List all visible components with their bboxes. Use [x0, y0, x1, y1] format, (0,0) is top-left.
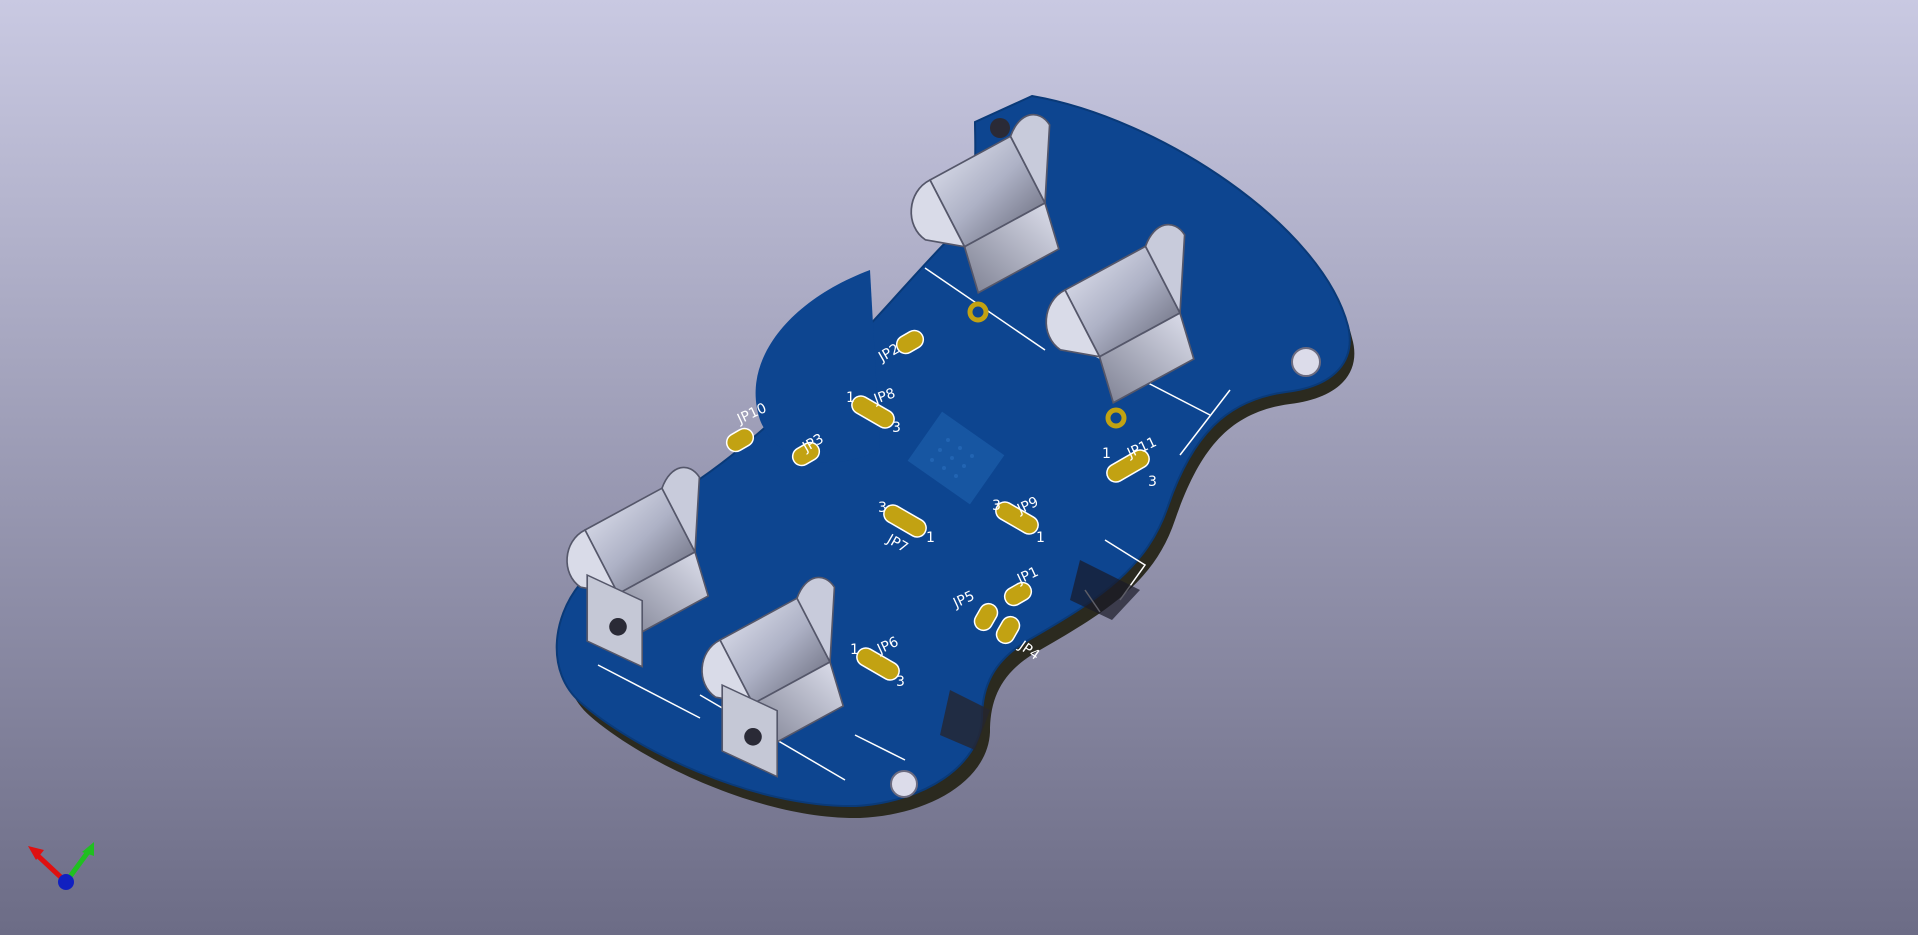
z-axis-icon: [58, 874, 74, 890]
pin-jp8-3: 3: [892, 420, 901, 436]
pin-jp11-1: 1: [1102, 446, 1111, 462]
mounting-hole: [890, 770, 918, 798]
mounting-hole: [990, 118, 1010, 138]
3d-viewport[interactable]: JP2 JP8 1 3 JP10 JP3 JP11 1 3 3 1 JP7 JP…: [0, 0, 1918, 935]
pin-jp6-3: 3: [896, 674, 905, 690]
pin-jp11-3: 3: [1148, 474, 1157, 490]
pin-jp6-1: 1: [850, 642, 859, 658]
pin-jp9-1: 1: [1036, 530, 1045, 546]
3d-scene[interactable]: JP2 JP8 1 3 JP10 JP3 JP11 1 3 3 1 JP7 JP…: [0, 0, 1918, 935]
mounting-hole: [1291, 347, 1321, 377]
pin-jp7-1: 1: [926, 530, 935, 546]
pin-jp9-3: 3: [992, 498, 1001, 514]
pin-jp7-3: 3: [878, 500, 887, 516]
pin-jp8-1: 1: [846, 390, 855, 406]
